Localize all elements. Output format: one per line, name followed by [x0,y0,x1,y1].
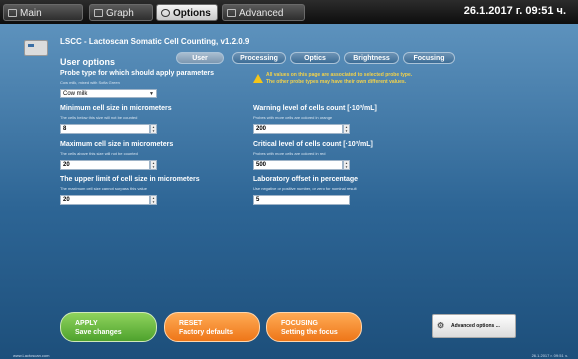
reset-button[interactable]: RESET Factory defaults [164,312,260,342]
app-icon [24,40,48,56]
lab-offset-input[interactable]: 5 [253,195,350,205]
min-cell-hint: The cells below this size will not be co… [60,115,138,120]
app-title: LSCC - Lactoscan Somatic Cell Counting, … [60,37,250,46]
tab-main[interactable]: Main [3,4,83,21]
probe-type-value: Cow milk [63,91,88,97]
min-cell-stepper[interactable]: ▲ ▼ [150,124,157,134]
advanced-options-button[interactable]: ⚙ Advanced options ... [432,314,516,338]
gears-icon: ⚙ [437,321,445,330]
top-tab-bar: Main Graph Options Advanced 26.1.2017 г.… [0,0,578,24]
tab-options[interactable]: Options [156,4,218,21]
app-window: Main Graph Options Advanced 26.1.2017 г.… [0,0,578,359]
arrow-down-icon[interactable]: ▼ [151,129,156,133]
tab-options-label: Options [173,8,211,19]
warning-icon [253,74,263,83]
max-cell-label: Maximum cell size in micrometers [60,141,174,148]
tab-advanced-label: Advanced [239,8,284,19]
apply-button-subtitle: Save changes [75,329,122,336]
subtab-brightness[interactable]: Brightness [344,52,399,64]
focusing-button-title: FOCUSING [281,320,318,327]
window-icon [8,9,17,17]
max-cell-stepper[interactable]: ▲ ▼ [150,160,157,170]
min-cell-label: Minimum cell size in micrometers [60,105,172,112]
reset-button-subtitle: Factory defaults [179,329,234,336]
arrow-down-icon[interactable]: ▼ [344,129,349,133]
lab-offset-label: Laboratory offset in percentage [253,176,359,183]
subtab-user[interactable]: User [176,52,224,64]
probe-type-select[interactable]: Cow milk ▼ [60,89,157,98]
lab-offset-hint: Use negative or positive number, or zero… [253,186,357,191]
datetime: 26.1.2017 г. 09:51 ч. [463,5,566,17]
min-cell-input[interactable]: 8 [60,124,150,134]
tab-graph[interactable]: Graph [89,4,153,21]
upper-limit-label: The upper limit of cell size in micromet… [60,176,200,183]
upper-limit-stepper[interactable]: ▲ ▼ [150,195,157,205]
critical-level-stepper[interactable]: ▲ ▼ [343,160,350,170]
tab-advanced[interactable]: Advanced [222,4,305,21]
focusing-button[interactable]: FOCUSING Setting the focus [266,312,362,342]
graph-icon [94,9,103,17]
upper-limit-input[interactable]: 20 [60,195,150,205]
subtab-focusing[interactable]: Focusing [403,52,455,64]
max-cell-hint: The cells above this size will not be co… [60,151,138,156]
subtab-optics[interactable]: Optics [290,52,340,64]
arrow-down-icon[interactable]: ▼ [151,165,156,169]
probe-type-label: Probe type for which should apply parame… [60,70,215,77]
critical-level-label: Critical level of cells count [·10³/mL] [253,141,373,148]
warn-level-hint: Probes with more cells are colored in or… [253,115,333,120]
options-panel: LSCC - Lactoscan Somatic Cell Counting, … [0,24,578,359]
warning-line-2: The other probe types may have their own… [266,79,407,85]
tab-main-label: Main [20,8,42,19]
chevron-down-icon: ▼ [149,91,154,97]
footer-url: www.Lactoscan.com [13,353,50,358]
arrow-down-icon[interactable]: ▼ [151,200,156,204]
max-cell-input[interactable]: 20 [60,160,150,170]
apply-button-title: APPLY [75,320,98,327]
critical-level-hint: Probes with more cells are colored in re… [253,151,326,156]
focusing-button-subtitle: Setting the focus [281,329,338,336]
warn-level-label: Warning level of cells count [·10³/mL] [253,105,377,112]
warn-level-input[interactable]: 200 [253,124,343,134]
warning-line-1: All values on this page are associated t… [266,72,413,78]
critical-level-input[interactable]: 500 [253,160,343,170]
advanced-options-label: Advanced options ... [451,323,500,329]
window-icon [227,9,236,17]
section-title: User options [60,57,116,67]
subtab-processing[interactable]: Processing [232,52,286,64]
reset-button-title: RESET [179,320,203,327]
gear-icon [161,9,170,17]
warning-message: All values on this page are associated t… [266,72,412,86]
footer-date: 26.1.2017 г. 09:51 ч. [531,353,568,358]
warn-level-stepper[interactable]: ▲ ▼ [343,124,350,134]
tab-graph-label: Graph [106,8,134,19]
probe-type-hint: Cow milk, mixed with Sofia Green [60,80,120,85]
upper-limit-hint: The maximum cell size cannot surpass thi… [60,186,147,191]
arrow-down-icon[interactable]: ▼ [344,165,349,169]
apply-button[interactable]: APPLY Save changes [60,312,157,342]
